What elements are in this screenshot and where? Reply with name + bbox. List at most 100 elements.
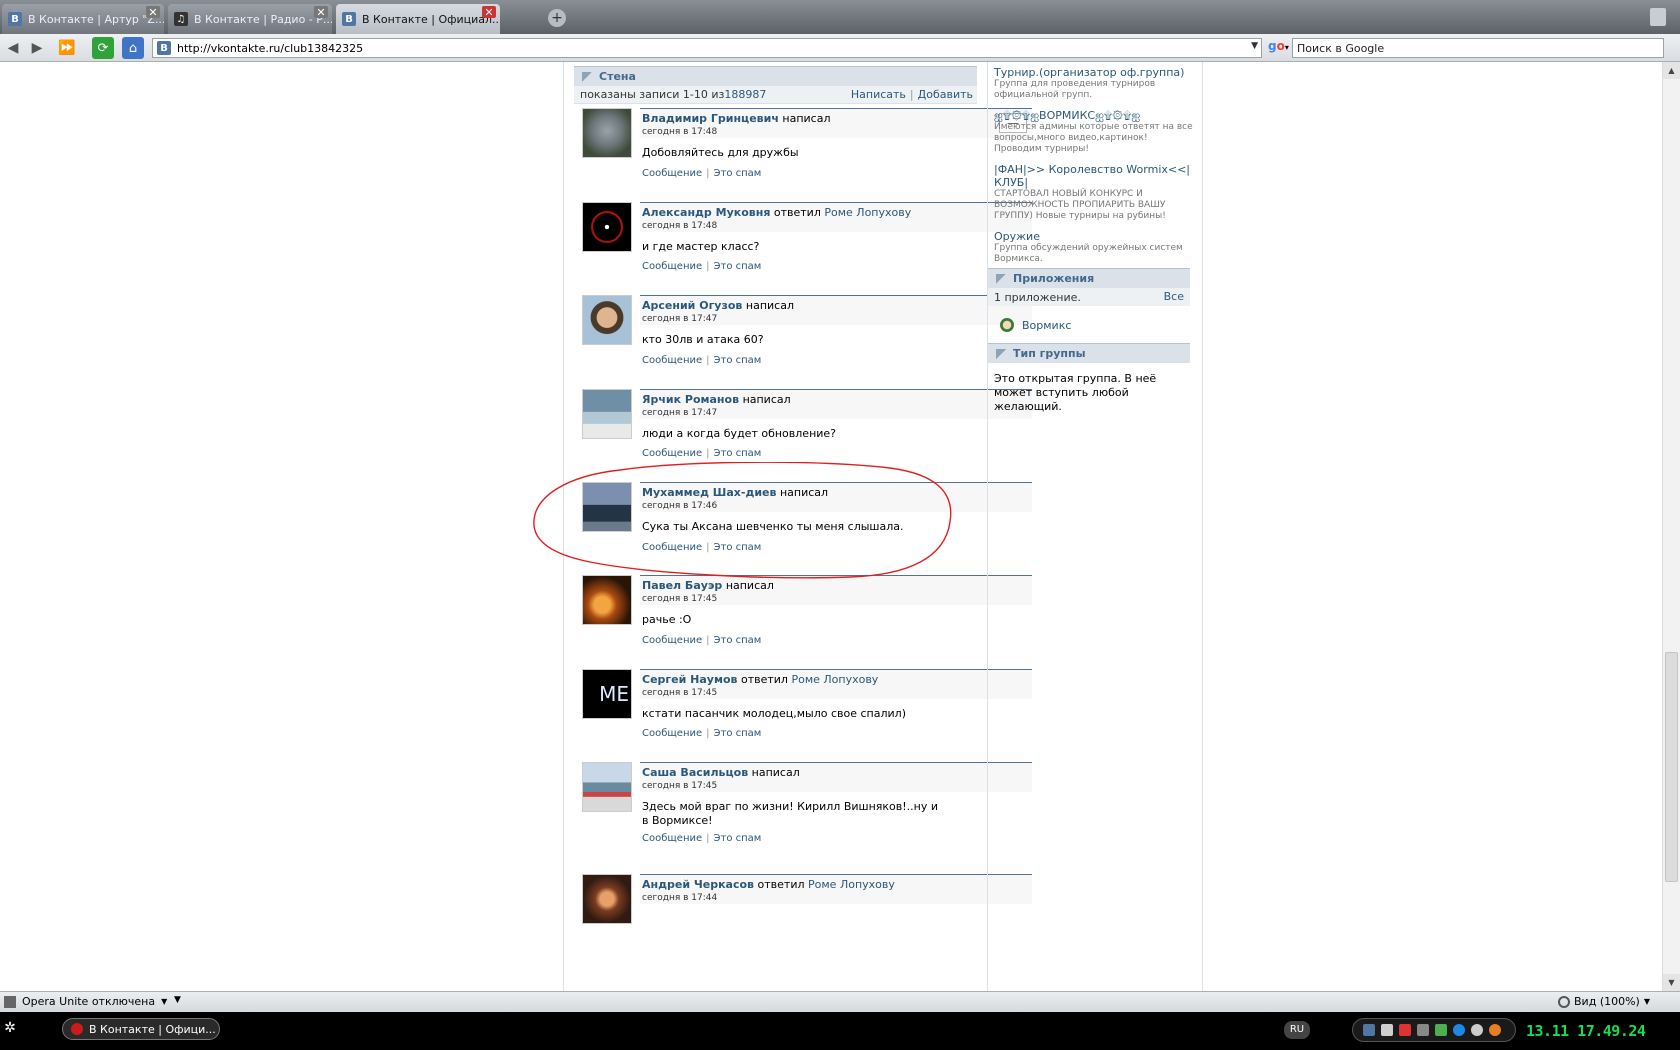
settings-tray-icon[interactable]: [1471, 1024, 1483, 1036]
post-action: ответил: [757, 878, 805, 891]
apps-all-link[interactable]: Все: [1164, 290, 1184, 303]
post-links: Сообщение | Это спам: [642, 168, 761, 179]
app-item[interactable]: Вормикс: [1000, 318, 1071, 332]
update-tray-icon[interactable]: [1435, 1024, 1447, 1036]
url-text: http://vkontakte.ru/club13842325: [177, 41, 364, 55]
post-header: Владимир Гринцевич написал сегодня в 17:…: [640, 108, 1032, 138]
message-link[interactable]: Сообщение: [642, 833, 702, 844]
app-tray-icon[interactable]: [1489, 1024, 1501, 1036]
post-header: Саша Васильцов написал сегодня в 17:45: [640, 762, 1032, 792]
post-author-link[interactable]: Арсений Огузов: [642, 299, 742, 312]
message-link[interactable]: Сообщение: [642, 448, 702, 459]
post-author-link[interactable]: Мухаммед Шах-диев: [642, 486, 776, 499]
home-button[interactable]: ⌂: [122, 37, 144, 59]
post-target-link[interactable]: Роме Лопухову: [808, 878, 895, 891]
post-author-link[interactable]: Сергей Наумов: [642, 673, 737, 686]
scroll-up-arrow-icon[interactable]: ▲: [1663, 62, 1680, 79]
post-action: написал: [725, 579, 774, 592]
page-viewport: Стена показаны записи 1-10 из 188987 Нап…: [0, 62, 1662, 991]
wall-total-link[interactable]: 188987: [724, 88, 766, 101]
scroll-down-arrow-icon[interactable]: ▼: [1663, 974, 1680, 991]
group-description: СТАРТОВАЛ НОВЫЙ КОНКУРС И ВОЗМОЖНОСТЬ ПР…: [994, 189, 1166, 221]
chevron-down-icon[interactable]: ▼: [1251, 41, 1258, 51]
group-link[interactable]: |ФАН|>> Королевство Wormix<<|КЛУБ|: [994, 163, 1194, 189]
message-link[interactable]: Сообщение: [642, 542, 702, 553]
spam-link[interactable]: Это спам: [714, 448, 762, 459]
close-icon[interactable]: ✕: [314, 6, 328, 19]
spam-link[interactable]: Это спам: [714, 168, 762, 179]
page-scrollbar[interactable]: ▲ ▼: [1662, 62, 1680, 991]
post-author-link[interactable]: Ярчик Романов: [642, 393, 739, 406]
new-tab-button[interactable]: +: [548, 9, 566, 27]
network-tray-icon[interactable]: [1417, 1024, 1429, 1036]
post-action: ответил: [773, 206, 821, 219]
close-icon[interactable]: ✕: [482, 6, 496, 19]
fast-forward-button[interactable]: ⏩: [56, 37, 78, 59]
reload-button[interactable]: ⟳: [92, 37, 114, 59]
start-menu-icon[interactable]: ✲: [0, 1020, 20, 1040]
status-menu-chevron-icon[interactable]: ▼: [174, 995, 181, 1005]
taskbar-window-button[interactable]: В Контакте | Офици...: [62, 1018, 220, 1040]
write-link[interactable]: Написать: [851, 88, 906, 101]
group-link[interactable]: ஐ۩۞۩ஐВОРМИКСஐ۩۞۩ஐ: [994, 109, 1194, 122]
zoom-text: Вид (100%): [1574, 995, 1640, 1008]
spam-link[interactable]: Это спам: [714, 261, 762, 272]
spam-link[interactable]: Это спам: [714, 728, 762, 739]
panel-toggle-icon[interactable]: [4, 995, 16, 1008]
spam-link[interactable]: Это спам: [714, 542, 762, 553]
message-link[interactable]: Сообщение: [642, 635, 702, 646]
message-link[interactable]: Сообщение: [642, 355, 702, 366]
post-author-link[interactable]: Саша Васильцов: [642, 766, 748, 779]
close-icon[interactable]: ✕: [146, 6, 160, 19]
post-target-link[interactable]: Роме Лопухову: [824, 206, 911, 219]
tab-menu-button[interactable]: [1650, 8, 1666, 26]
vk-tray-icon[interactable]: [1363, 1024, 1375, 1036]
message-link[interactable]: Сообщение: [642, 728, 702, 739]
google-search-engine-icon[interactable]: go▾: [1268, 39, 1292, 57]
window-tray-icon[interactable]: [1381, 1024, 1393, 1036]
spam-link[interactable]: Это спам: [714, 635, 762, 646]
message-link[interactable]: Сообщение: [642, 261, 702, 272]
wall-header: Стена: [574, 66, 977, 86]
avatar[interactable]: [582, 762, 632, 812]
tab-2[interactable]: ♫ В Контакте | Радио - Р... ✕: [168, 4, 332, 34]
tab-3[interactable]: B В Контакте | Официал... ✕: [336, 4, 500, 34]
app-name[interactable]: Вормикс: [1022, 319, 1071, 332]
post-author-link[interactable]: Александр Муковня: [642, 206, 770, 219]
avatar[interactable]: [582, 202, 632, 252]
post-author-link[interactable]: Андрей Черкасов: [642, 878, 754, 891]
avatar[interactable]: [582, 295, 632, 345]
post-author-link[interactable]: Владимир Гринцевич: [642, 112, 779, 125]
forward-button[interactable]: ▶: [26, 37, 48, 59]
opera-unite-status[interactable]: Opera Unite отключена ▼: [4, 995, 167, 1008]
add-link[interactable]: Добавить: [918, 88, 973, 101]
post-target-link[interactable]: Роме Лопухову: [791, 673, 878, 686]
tab-1[interactable]: B В Контакте | Артур "Z... ✕: [2, 4, 164, 34]
volume-tray-icon[interactable]: [1399, 1024, 1411, 1036]
group-link[interactable]: Турнир.(организатор оф.группа): [994, 66, 1194, 79]
scrollbar-thumb[interactable]: [1665, 652, 1678, 882]
avatar[interactable]: [582, 482, 632, 532]
avatar[interactable]: [582, 575, 632, 625]
search-input[interactable]: Поиск в Google: [1292, 38, 1664, 58]
message-link[interactable]: Сообщение: [642, 168, 702, 179]
back-button[interactable]: ◀: [2, 37, 24, 59]
opera-icon: [71, 1023, 83, 1035]
language-indicator[interactable]: RU: [1284, 1021, 1310, 1039]
bluetooth-tray-icon[interactable]: [1453, 1024, 1465, 1036]
vk-favicon-icon: B: [8, 12, 22, 26]
zoom-control[interactable]: Вид (100%) ▼: [1558, 995, 1650, 1008]
avatar[interactable]: ME: [582, 669, 632, 719]
group-link[interactable]: Оружие: [994, 230, 1194, 243]
avatar[interactable]: [582, 108, 632, 158]
avatar[interactable]: [582, 874, 632, 924]
post-author-link[interactable]: Павел Бауэр: [642, 579, 722, 592]
post-header: Мухаммед Шах-диев написал сегодня в 17:4…: [640, 482, 1032, 512]
url-input[interactable]: B http://vkontakte.ru/club13842325 ▼: [152, 38, 1262, 58]
clock[interactable]: 13.11 17.49.24: [1526, 1022, 1646, 1040]
spam-link[interactable]: Это спам: [714, 833, 762, 844]
avatar[interactable]: [582, 389, 632, 439]
address-toolbar: ◀ ▶ ⏩ ⟳ ⌂ B http://vkontakte.ru/club1384…: [0, 34, 1680, 62]
post-text: кто 30лв и атака 60?: [642, 333, 764, 346]
spam-link[interactable]: Это спам: [714, 355, 762, 366]
